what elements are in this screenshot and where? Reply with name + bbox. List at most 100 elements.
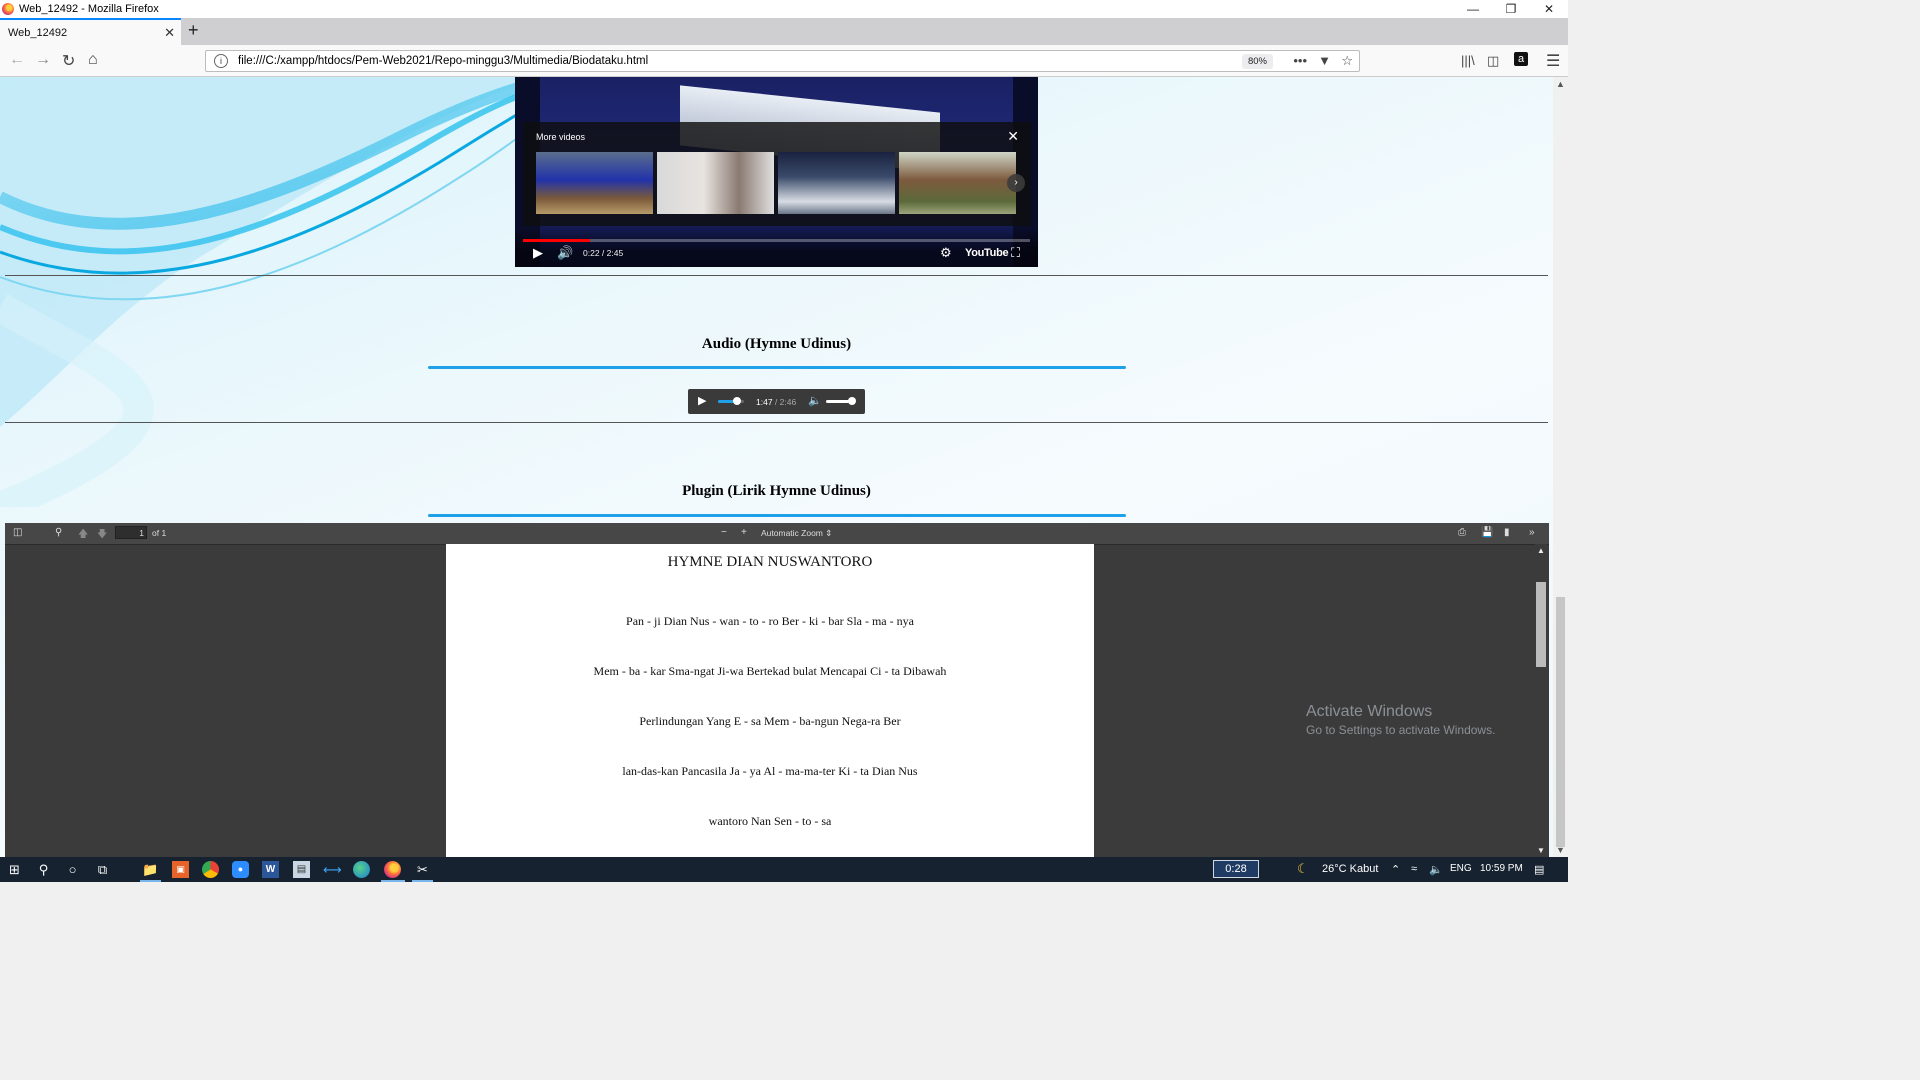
audio-seek-handle[interactable] bbox=[733, 397, 741, 405]
previous-page-icon[interactable]: 🡅 bbox=[78, 527, 88, 544]
site-info-icon[interactable]: i bbox=[214, 54, 228, 68]
video-thumbnail[interactable] bbox=[778, 152, 895, 214]
file-explorer-icon[interactable]: 📁 bbox=[142, 861, 159, 878]
pdf-scrollbar[interactable]: ▲ ▼ bbox=[1535, 544, 1547, 857]
pocket-icon[interactable]: ▼ bbox=[1318, 53, 1331, 68]
tab-label: Web_12492 bbox=[8, 26, 68, 39]
restore-button[interactable]: ❐ bbox=[1492, 0, 1530, 18]
back-arrow-icon[interactable]: ← bbox=[9, 51, 25, 69]
firefox-taskbar-icon[interactable] bbox=[384, 861, 401, 878]
amazon-extension-icon[interactable]: a bbox=[1514, 52, 1528, 66]
fullscreen-icon[interactable]: ⛶ bbox=[1011, 245, 1020, 261]
active-indicator bbox=[381, 880, 405, 882]
windows-start-icon[interactable]: ⊞ bbox=[6, 861, 23, 878]
scroll-down-icon[interactable]: ▼ bbox=[1537, 846, 1545, 855]
xampp-icon[interactable]: ▣ bbox=[172, 861, 189, 878]
page-scroll-thumb[interactable] bbox=[1556, 597, 1565, 847]
hamburger-menu-icon[interactable]: ☰ bbox=[1546, 51, 1560, 71]
next-videos-button[interactable]: › bbox=[1007, 174, 1025, 192]
watermark-title: Activate Windows bbox=[1306, 703, 1433, 720]
minimize-button[interactable]: — bbox=[1454, 0, 1492, 18]
weather-text[interactable]: 26°C Kabut bbox=[1322, 863, 1378, 875]
scroll-up-icon[interactable]: ▲ bbox=[1537, 546, 1545, 555]
lyric-line: lan-das-kan Pancasila Ja - ya Al - ma-ma… bbox=[622, 764, 918, 778]
url-text[interactable]: file:///C:/xampp/htdocs/Pem-Web2021/Repo… bbox=[238, 55, 648, 67]
video-thumbnail[interactable] bbox=[899, 152, 1016, 214]
plugin-section-title: Plugin (Lirik Hymne Udinus) bbox=[682, 483, 871, 499]
download-icon[interactable]: 💾 bbox=[1481, 527, 1493, 538]
cortana-icon[interactable]: ○ bbox=[64, 861, 81, 878]
close-window-button[interactable]: ✕ bbox=[1530, 0, 1568, 18]
reload-icon[interactable]: ↻ bbox=[62, 51, 75, 71]
video-thumbnail[interactable] bbox=[657, 152, 774, 214]
print-icon[interactable]: ⎙ bbox=[1458, 527, 1466, 538]
tools-menu-icon[interactable]: » bbox=[1529, 527, 1535, 538]
url-bar[interactable]: i file:///C:/xampp/htdocs/Pem-Web2021/Re… bbox=[205, 50, 1360, 72]
close-more-videos-icon[interactable]: ✕ bbox=[1007, 128, 1019, 145]
audio-volume-handle[interactable] bbox=[848, 397, 856, 405]
firefox-logo-icon bbox=[2, 3, 14, 15]
recording-timer[interactable]: 0:28 bbox=[1213, 860, 1259, 878]
audio-player[interactable]: ▶ 1:47 / 2:46 🔈 bbox=[688, 389, 865, 414]
word-icon[interactable]: W bbox=[262, 861, 279, 878]
sidebar-icon[interactable]: ◫ bbox=[1487, 53, 1499, 69]
snipping-tool-icon[interactable]: ✂ bbox=[414, 861, 431, 878]
zoom-app-icon[interactable]: ● bbox=[232, 861, 249, 878]
home-icon[interactable]: ⌂ bbox=[88, 51, 98, 69]
active-indicator bbox=[140, 880, 161, 882]
language-indicator[interactable]: ENG bbox=[1450, 863, 1472, 874]
sidebar-toggle-icon[interactable]: ◫ bbox=[13, 527, 22, 538]
youtube-logo[interactable]: YouTube bbox=[965, 247, 1009, 259]
audio-play-icon[interactable]: ▶ bbox=[698, 394, 706, 407]
chrome-icon[interactable] bbox=[202, 861, 219, 878]
pdf-page: HYMNE DIAN NUSWANTORO Pan - ji Dian Nus … bbox=[446, 544, 1094, 857]
page-scroll-up-icon[interactable]: ▲ bbox=[1556, 79, 1565, 89]
wifi-icon[interactable]: ≈ bbox=[1411, 863, 1417, 875]
page-actions-icon[interactable]: ••• bbox=[1293, 53, 1307, 68]
video-thumbnail[interactable] bbox=[536, 152, 653, 214]
notepad-icon[interactable]: ▤ bbox=[293, 861, 310, 878]
new-tab-button[interactable]: + bbox=[188, 20, 199, 41]
tab-web-12492[interactable]: Web_12492 ✕ bbox=[0, 18, 181, 45]
task-view-icon[interactable]: ⧉ bbox=[94, 861, 111, 878]
page-number-input[interactable]: 1 bbox=[115, 526, 147, 539]
lyric-line: Perlindungan Yang E - sa Mem - ba-ngun N… bbox=[639, 714, 901, 728]
edge-icon[interactable] bbox=[353, 861, 370, 878]
notifications-icon[interactable]: ▤ bbox=[1534, 863, 1544, 876]
pdf-bookmark-icon[interactable]: ▮ bbox=[1504, 527, 1510, 538]
volume-icon[interactable]: 🔊 bbox=[557, 245, 573, 261]
youtube-video-player[interactable]: More videos ✕ › ▶ 🔊 0:22 / 2:45 ⚙ YouTub… bbox=[515, 77, 1038, 267]
audio-volume-icon[interactable]: 🔈 bbox=[808, 394, 822, 407]
speaker-icon[interactable]: 🔈 bbox=[1429, 863, 1443, 876]
play-icon[interactable]: ▶ bbox=[533, 245, 543, 261]
page-scroll-down-icon[interactable]: ▼ bbox=[1556, 845, 1565, 855]
video-progress-bar[interactable] bbox=[523, 239, 1030, 242]
pdf-search-icon[interactable]: ⚲ bbox=[55, 527, 62, 538]
pdf-scroll-thumb[interactable] bbox=[1536, 582, 1546, 667]
clock[interactable]: 10:59 PM bbox=[1480, 863, 1523, 874]
active-indicator bbox=[412, 880, 433, 882]
zoom-select[interactable]: Automatic Zoom ⇕ bbox=[756, 526, 838, 541]
watermark-subtitle: Go to Settings to activate Windows. bbox=[1306, 723, 1496, 737]
video-controls: ▶ 🔊 0:22 / 2:45 ⚙ YouTube ⛶ bbox=[515, 227, 1038, 267]
weather-moon-icon[interactable]: ☾ bbox=[1297, 861, 1309, 877]
zoom-in-icon[interactable]: + bbox=[741, 527, 747, 538]
tray-chevron-icon[interactable]: ⌃ bbox=[1391, 863, 1400, 876]
close-tab-icon[interactable]: ✕ bbox=[164, 25, 175, 41]
vscode-icon[interactable]: ⟷ bbox=[323, 861, 342, 878]
search-icon[interactable]: ⚲ bbox=[35, 861, 52, 878]
audio-time: 1:47 / 2:46 bbox=[756, 397, 797, 407]
lyric-line: Pan - ji Dian Nus - wan - to - ro Ber - … bbox=[626, 614, 914, 628]
forward-arrow-icon[interactable]: → bbox=[35, 51, 51, 69]
next-page-icon[interactable]: 🡇 bbox=[97, 527, 107, 544]
title-underline bbox=[428, 514, 1126, 517]
window-title: Web_12492 - Mozilla Firefox bbox=[19, 3, 159, 15]
zoom-out-icon[interactable]: − bbox=[721, 527, 727, 538]
horizontal-rule bbox=[5, 422, 1548, 423]
library-icon[interactable]: |||\ bbox=[1461, 53, 1475, 68]
bookmark-star-icon[interactable]: ☆ bbox=[1341, 53, 1353, 69]
more-videos-label: More videos bbox=[536, 132, 586, 142]
page-scrollbar[interactable]: ▲ ▼ bbox=[1553, 77, 1568, 857]
zoom-level-badge[interactable]: 80% bbox=[1241, 54, 1273, 69]
settings-gear-icon[interactable]: ⚙ bbox=[940, 245, 952, 261]
